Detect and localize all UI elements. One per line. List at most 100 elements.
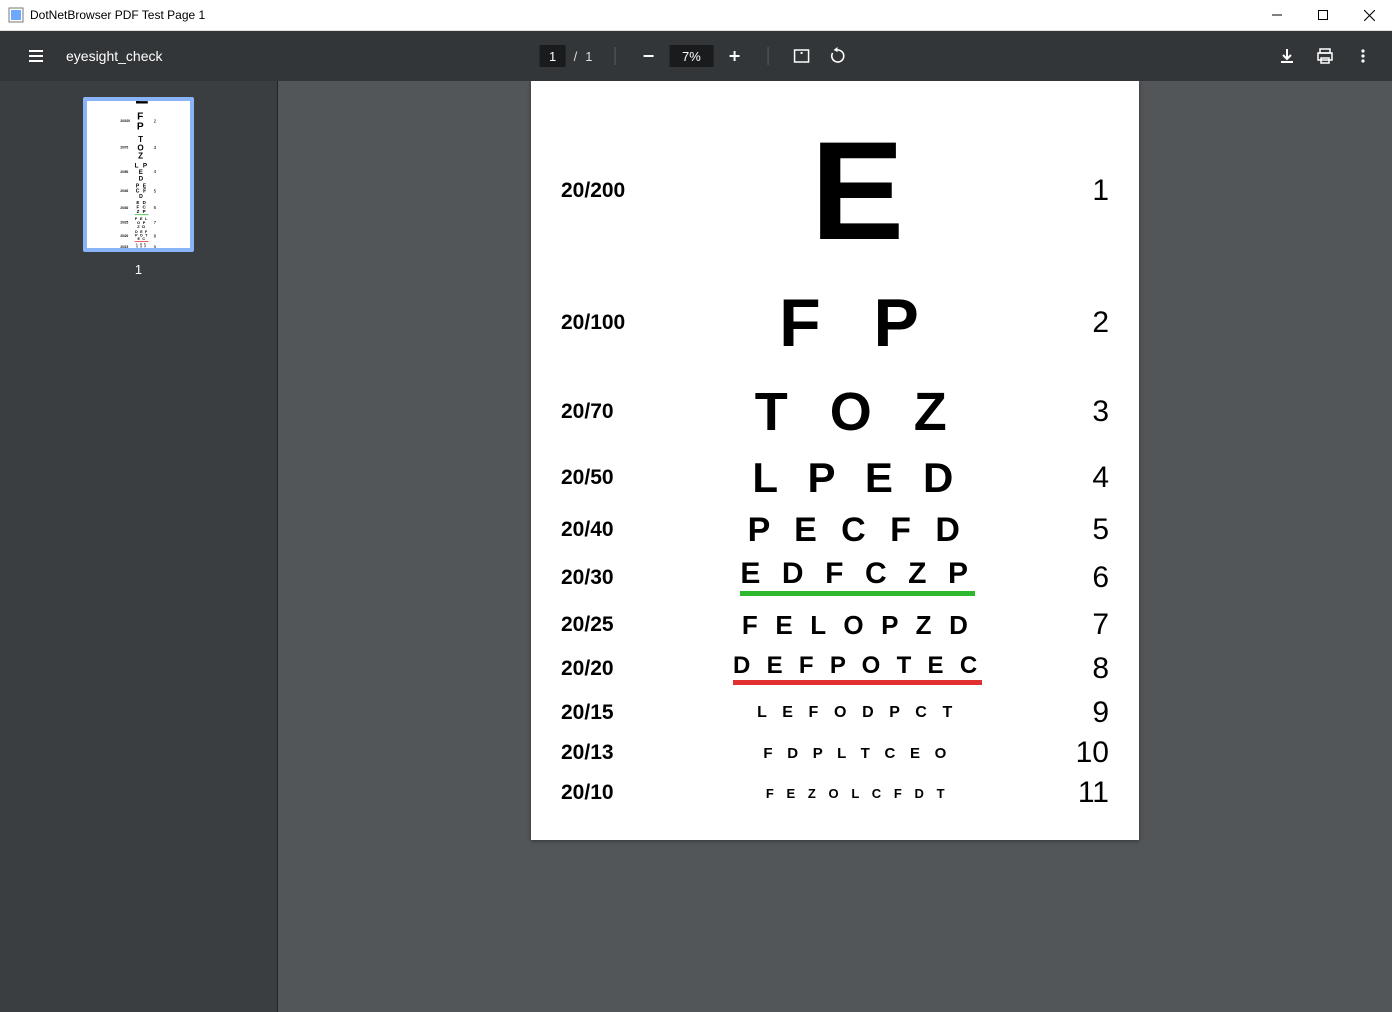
rotate-button[interactable] bbox=[822, 41, 852, 71]
chart-row-label: 20/50 bbox=[121, 170, 135, 174]
chart-row-letters: F E L O P Z D bbox=[656, 612, 1059, 638]
chart-row-label: 20/15 bbox=[561, 701, 656, 725]
download-button[interactable] bbox=[1272, 41, 1302, 71]
chart-row: 20/100F P2 bbox=[121, 111, 157, 131]
window-close-button[interactable] bbox=[1346, 0, 1392, 30]
chart-row-letters: E bbox=[656, 121, 1059, 261]
chart-row-letters: T O Z bbox=[656, 385, 1059, 439]
chart-row-label: 20/50 bbox=[561, 466, 656, 490]
chart-row-number: 6 bbox=[149, 205, 157, 210]
chart-row-letters: F P bbox=[135, 111, 149, 131]
chart-row-number: 1 bbox=[149, 97, 157, 99]
chart-row: 20/20D E F P O T E C8 bbox=[561, 652, 1109, 686]
window-maximize-button[interactable] bbox=[1300, 0, 1346, 30]
chart-row-label: 20/100 bbox=[561, 311, 656, 335]
chart-row-label: 20/10 bbox=[561, 781, 656, 805]
pdf-toolbar: eyesight_check 1 / 1 7% bbox=[0, 31, 1392, 81]
page-separator: / bbox=[574, 49, 578, 64]
chart-row: 20/70T O Z3 bbox=[121, 135, 157, 159]
chart-row-letters: L P E D bbox=[135, 162, 149, 181]
chart-row-letters: E D F C Z P bbox=[135, 201, 149, 216]
chart-row-letters: P E C F D bbox=[656, 513, 1059, 547]
chart-row-letters: L P E D bbox=[656, 457, 1059, 499]
chart-row: 20/15L E F O D P C T9 bbox=[121, 243, 157, 250]
zoom-input[interactable]: 7% bbox=[669, 45, 713, 67]
chart-row: 20/25F E L O P Z D7 bbox=[121, 217, 157, 229]
chart-row-number: 7 bbox=[1059, 608, 1109, 642]
chart-row-label: 20/40 bbox=[561, 518, 656, 542]
chart-row-letters: F P bbox=[656, 289, 1059, 357]
chart-row-number: 7 bbox=[149, 220, 157, 225]
chart-row-number: 8 bbox=[149, 233, 157, 238]
chart-row-number: 9 bbox=[1059, 696, 1109, 730]
chart-row-number: 3 bbox=[149, 145, 157, 150]
chart-row-number: 5 bbox=[149, 189, 157, 194]
pdf-page: 20/200E1 20/100F P2 20/70T O Z3 20/50L P E … bbox=[531, 81, 1139, 840]
chart-row: 20/50L P E D4 bbox=[561, 457, 1109, 499]
chart-row: 20/20D E F P O T E C8 bbox=[121, 230, 157, 242]
chart-row-number: 5 bbox=[1059, 513, 1109, 547]
chart-row-letters: L E F O D P C T bbox=[135, 243, 149, 250]
chart-row-number: 1 bbox=[1059, 174, 1109, 208]
chart-row: 20/40P E C F D5 bbox=[561, 513, 1109, 547]
chart-row-label: 20/20 bbox=[561, 657, 656, 681]
chart-row-label: 20/25 bbox=[121, 221, 135, 225]
chart-row-label: 20/15 bbox=[121, 245, 135, 249]
page-input[interactable]: 1 bbox=[540, 45, 566, 67]
chart-row-label: 20/30 bbox=[561, 566, 656, 590]
chart-row: 20/100F P2 bbox=[561, 289, 1109, 357]
chart-row-letters: D E F P O T E C bbox=[656, 654, 1059, 685]
chart-row: 20/13F D P L T C E O10 bbox=[561, 736, 1109, 770]
chart-row-label: 20/70 bbox=[121, 146, 135, 150]
document-title: eyesight_check bbox=[66, 48, 163, 64]
zoom-in-button[interactable] bbox=[719, 41, 749, 71]
chart-row-label: 20/40 bbox=[121, 189, 135, 193]
window-minimize-button[interactable] bbox=[1254, 0, 1300, 30]
chart-row-label: 20/70 bbox=[561, 400, 656, 424]
chart-row-letters: F E L O P Z D bbox=[135, 217, 149, 229]
window-title: DotNetBrowser PDF Test Page 1 bbox=[30, 8, 205, 22]
chart-row: 20/70T O Z3 bbox=[561, 385, 1109, 439]
chart-row-label: 20/200 bbox=[121, 97, 135, 98]
eye-chart: 20/200E1 20/100F P2 20/70T O Z3 20/50L P E … bbox=[561, 121, 1109, 810]
chart-row-number: 6 bbox=[1059, 561, 1109, 595]
chart-row-number: 11 bbox=[1059, 776, 1109, 810]
chart-row-letters: P E C F D bbox=[135, 183, 149, 198]
zoom-out-button[interactable] bbox=[633, 41, 663, 71]
chart-row-number: 8 bbox=[1059, 652, 1109, 686]
menu-icon[interactable] bbox=[26, 46, 46, 66]
chart-row: 20/25F E L O P Z D7 bbox=[561, 608, 1109, 642]
chart-row-number: 10 bbox=[1059, 736, 1109, 770]
chart-row-label: 20/30 bbox=[121, 206, 135, 210]
chart-row-letters: L E F O D P C T bbox=[656, 705, 1059, 721]
chart-row-letters: F D P L T C E O bbox=[656, 746, 1059, 761]
chart-row-label: 20/13 bbox=[561, 741, 656, 765]
chart-row-letters: D E F P O T E C bbox=[135, 230, 149, 242]
chart-row-label: 20/20 bbox=[121, 234, 135, 238]
chart-row: 20/15L E F O D P C T9 bbox=[561, 696, 1109, 730]
chart-row-label: 20/25 bbox=[561, 613, 656, 637]
more-menu-button[interactable] bbox=[1348, 41, 1378, 71]
toolbar-divider bbox=[614, 47, 615, 65]
chart-row-number: 2 bbox=[1059, 306, 1109, 340]
print-button[interactable] bbox=[1310, 41, 1340, 71]
page-total: 1 bbox=[585, 49, 592, 64]
thumbnail-sidebar: 20/200E1 20/100F P2 20/70T O Z3 20/50L P E … bbox=[0, 81, 278, 1012]
chart-row: 20/200E1 bbox=[121, 97, 157, 107]
chart-row: 20/30E D F C Z P6 bbox=[121, 201, 157, 216]
chart-row-label: 20/100 bbox=[121, 119, 135, 123]
app-icon bbox=[8, 7, 24, 23]
chart-row-letters: T O Z bbox=[135, 135, 149, 159]
pdf-viewport[interactable]: 20/200E1 20/100F P2 20/70T O Z3 20/50L P E … bbox=[278, 81, 1392, 1012]
chart-row: 20/200E1 bbox=[561, 121, 1109, 261]
thumbnail-page-number: 1 bbox=[135, 262, 142, 277]
window-titlebar: DotNetBrowser PDF Test Page 1 bbox=[0, 0, 1392, 31]
chart-row-number: 4 bbox=[149, 169, 157, 174]
page-thumbnail[interactable]: 20/200E1 20/100F P2 20/70T O Z3 20/50L P E … bbox=[83, 97, 194, 252]
chart-row-number: 2 bbox=[149, 118, 157, 123]
chart-row-number: 9 bbox=[149, 244, 157, 249]
chart-row-letters: F E Z O L C F D T bbox=[656, 787, 1059, 800]
chart-row: 20/40P E C F D5 bbox=[121, 183, 157, 198]
fit-page-button[interactable] bbox=[786, 41, 816, 71]
toolbar-divider bbox=[767, 47, 768, 65]
